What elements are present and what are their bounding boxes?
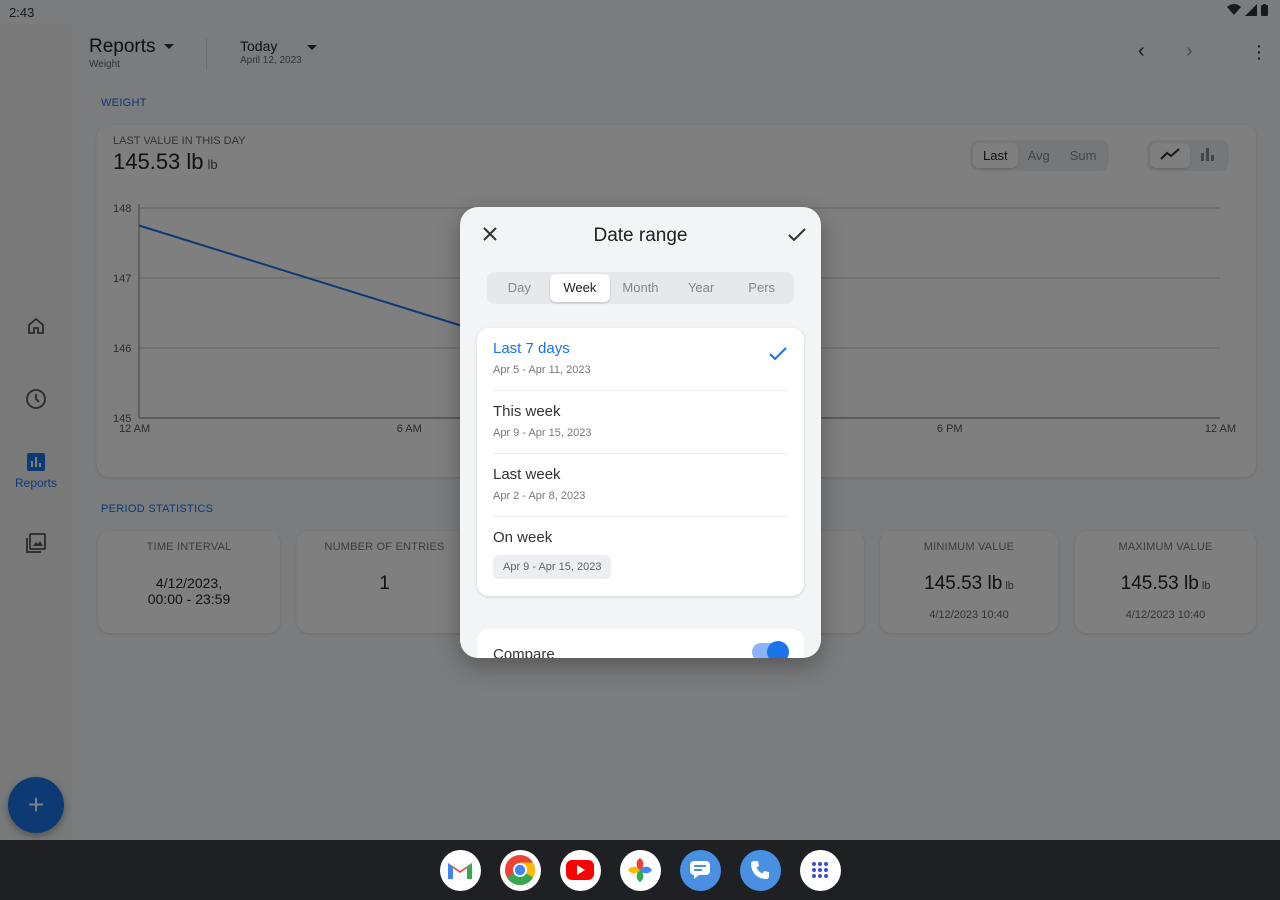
tab-day[interactable]: Day (489, 274, 550, 302)
tab-month[interactable]: Month (610, 274, 671, 302)
messages-icon (690, 861, 710, 879)
check-icon (788, 228, 806, 242)
chrome-app[interactable] (499, 849, 541, 891)
option-this-week[interactable]: This week Apr 9 - Apr 15, 2023 (477, 391, 804, 454)
app-drawer-button[interactable] (799, 849, 841, 891)
option-subtitle: Apr 2 - Apr 8, 2023 (493, 490, 586, 502)
confirm-button[interactable] (787, 223, 807, 249)
range-options-list: Last 7 days Apr 5 - Apr 11, 2023 This we… (477, 328, 804, 596)
tab-year[interactable]: Year (671, 274, 732, 302)
option-title: Last week (493, 466, 561, 483)
gmail-icon (448, 863, 472, 879)
taskbar (0, 840, 1280, 900)
option-subtitle: Apr 9 - Apr 15, 2023 (493, 427, 592, 439)
photos-app[interactable] (619, 849, 661, 891)
photos-icon (628, 858, 652, 882)
option-last-week[interactable]: Last week Apr 2 - Apr 8, 2023 (477, 454, 804, 517)
date-range-dialog: Date range Day Week Month Year Pers Last… (460, 207, 821, 658)
option-last-7-days[interactable]: Last 7 days Apr 5 - Apr 11, 2023 (477, 328, 804, 391)
youtube-icon (566, 860, 594, 880)
app-screen: 2:43 Reports + Reports Weight Today (0, 0, 1280, 840)
tab-period[interactable]: Pers (731, 274, 792, 302)
week-picker-chip[interactable]: Apr 9 - Apr 15, 2023 (493, 555, 612, 579)
compare-label: Compare (493, 646, 555, 658)
option-title: This week (493, 403, 561, 420)
toggle-knob (767, 641, 789, 658)
messages-app[interactable] (679, 849, 721, 891)
gmail-app[interactable] (439, 849, 481, 891)
option-subtitle: Apr 5 - Apr 11, 2023 (493, 364, 591, 376)
phone-app[interactable] (739, 849, 781, 891)
option-title: Last 7 days (493, 340, 570, 357)
youtube-app[interactable] (559, 849, 601, 891)
tab-week[interactable]: Week (549, 274, 611, 302)
check-icon (769, 347, 787, 361)
option-on-week[interactable]: On week Apr 9 - Apr 15, 2023 (477, 517, 804, 596)
phone-icon (751, 861, 769, 879)
option-title: On week (493, 529, 553, 546)
compare-row: Compare (477, 629, 804, 658)
compare-toggle[interactable] (752, 641, 789, 658)
dialog-title: Date range (593, 225, 688, 246)
chrome-icon (505, 855, 536, 886)
app-drawer-icon (812, 862, 828, 878)
range-type-tabs: Day Week Month Year Pers (487, 272, 794, 304)
